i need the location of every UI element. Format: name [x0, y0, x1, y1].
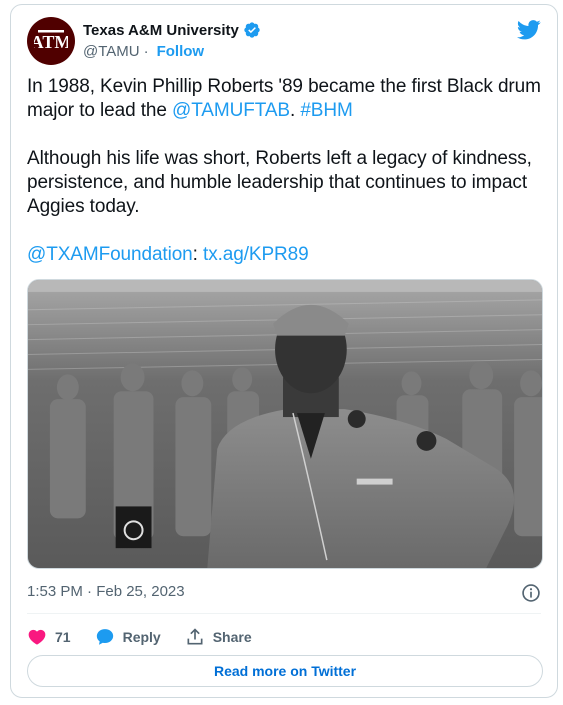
share-upload-icon — [187, 628, 203, 645]
twitter-bird-icon[interactable] — [517, 19, 541, 41]
author-block: Texas A&M University @TAMU · Follow — [83, 20, 261, 61]
like-count: 71 — [55, 629, 71, 645]
avatar[interactable]: ATM — [27, 17, 75, 65]
tweet-photo[interactable] — [27, 279, 543, 569]
info-icon[interactable] — [521, 583, 541, 603]
like-button[interactable]: 71 — [27, 627, 71, 647]
mention-txamfoundation[interactable]: @TXAMFoundation — [27, 244, 193, 265]
display-name[interactable]: Texas A&M University — [83, 22, 239, 39]
read-more-button[interactable]: Read more on Twitter — [27, 655, 543, 687]
reply-button[interactable]: Reply — [95, 627, 161, 647]
heart-icon — [28, 629, 46, 645]
photo-image — [28, 280, 542, 568]
verified-badge-icon — [243, 21, 261, 39]
svg-text:ATM: ATM — [34, 32, 68, 52]
tweet-paragraph-2: Although his life was short, Roberts lef… — [27, 148, 532, 217]
tweet-text-colon: : — [192, 244, 204, 265]
divider — [27, 613, 541, 614]
hashtag-bhm[interactable]: #BHM — [300, 100, 352, 121]
share-button[interactable]: Share — [185, 627, 252, 647]
handle[interactable]: @TAMU — [83, 43, 140, 60]
separator-dot: · — [143, 42, 149, 60]
tweet-paragraph-3: @TXAMFoundation: tx.ag/KPR89 — [27, 243, 543, 267]
reply-bubble-icon — [96, 629, 113, 645]
tweet-link[interactable]: tx.ag/KPR89 — [203, 244, 309, 265]
share-label: Share — [212, 629, 252, 645]
tweet-embed-card: ATM Texas A&M University @TAMU · Follow … — [10, 4, 558, 698]
tweet-text: In 1988, Kevin Phillip Roberts '89 becam… — [27, 75, 543, 267]
aggie-logo-icon: ATM — [34, 30, 68, 52]
tweet-timestamp[interactable]: 1:53 PM · Feb 25, 2023 — [27, 583, 185, 600]
follow-button[interactable]: Follow — [157, 43, 205, 60]
reply-label: Reply — [122, 629, 161, 645]
action-bar: 71 Reply Share — [27, 623, 276, 651]
tweet-text-separator: . — [289, 100, 301, 121]
tweet-paragraph-1: In 1988, Kevin Phillip Roberts '89 becam… — [27, 75, 543, 123]
mention-tamuftab[interactable]: @TAMUFTAB — [172, 100, 290, 121]
